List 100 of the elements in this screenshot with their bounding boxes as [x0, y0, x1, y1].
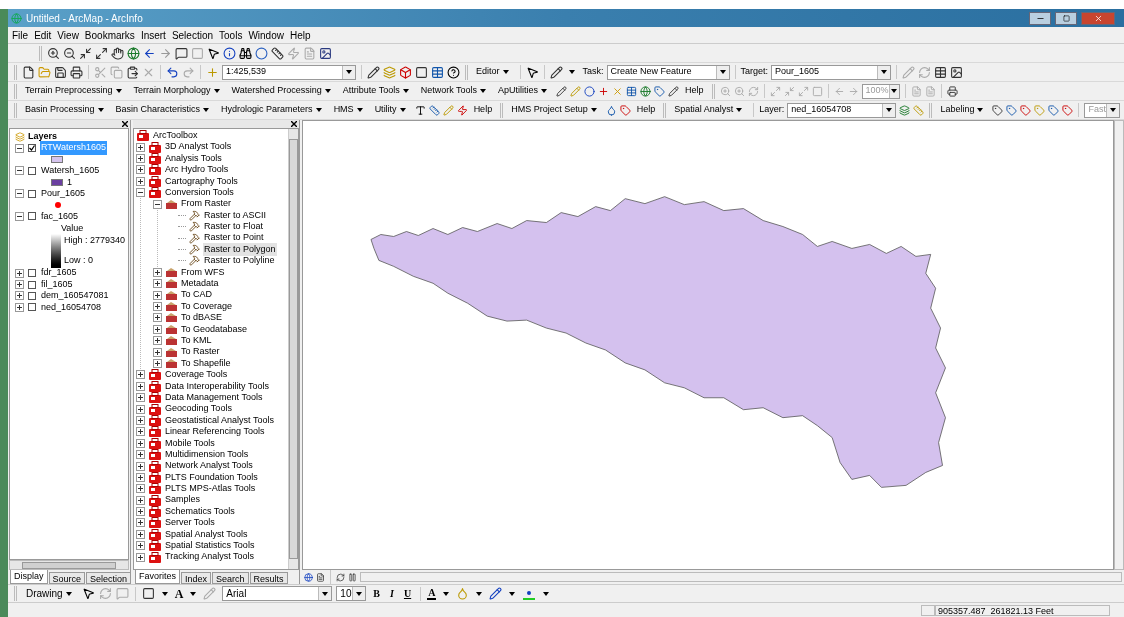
expand-icon[interactable]: [153, 267, 162, 277]
back-arrow-icon[interactable]: [143, 46, 156, 60]
label-icon[interactable]: [1062, 104, 1074, 116]
panel-tab[interactable]: Display: [10, 570, 48, 584]
label-icon[interactable]: [1006, 104, 1018, 116]
close-icon[interactable]: [122, 121, 128, 127]
text-tool[interactable]: A: [174, 584, 184, 603]
refresh-icon[interactable]: [336, 572, 345, 582]
toolbar-menu[interactable]: Hydrologic Parameters: [218, 102, 328, 118]
page-icon[interactable]: [316, 572, 325, 582]
layer-name[interactable]: Pour_1605: [40, 186, 87, 201]
toolset-item[interactable]: Metadata: [181, 277, 219, 291]
toolbar-menu[interactable]: Terrain Preprocessing: [22, 83, 128, 99]
panel-tab[interactable]: Favorites: [135, 570, 180, 584]
layer-name[interactable]: fac_1605: [40, 209, 80, 224]
expand-icon[interactable]: [136, 381, 145, 391]
toolbox-item[interactable]: Geocoding Tools: [165, 402, 232, 416]
italic-button[interactable]: I: [387, 586, 397, 601]
collapse-icon[interactable]: [15, 189, 24, 199]
expand-icon[interactable]: [136, 153, 145, 163]
tool-item[interactable]: Raster to Float: [203, 220, 265, 234]
toolbar-menu[interactable]: Watershed Processing: [228, 83, 337, 99]
toolbox-item[interactable]: Spatial Statistics Tools: [165, 539, 255, 553]
layer-checkbox[interactable]: [28, 269, 36, 278]
toolbar-menu[interactable]: Drawing: [23, 585, 78, 602]
toolset-item[interactable]: To dBASE: [181, 311, 223, 325]
pan-icon[interactable]: [111, 46, 124, 60]
rectangle-icon[interactable]: [141, 587, 155, 600]
menu-item[interactable]: View: [57, 27, 79, 43]
layer-dropdown[interactable]: ned_16054708: [787, 102, 897, 118]
expand-icon[interactable]: [136, 415, 145, 425]
info-icon[interactable]: [223, 46, 236, 60]
toolset-item[interactable]: To Geodatabase: [181, 322, 248, 337]
help-button[interactable]: Help: [682, 84, 707, 98]
expand-icon[interactable]: [136, 404, 145, 414]
menu-item[interactable]: Window: [248, 27, 284, 43]
toolbox-item[interactable]: Server Tools: [165, 516, 215, 530]
layers-icon[interactable]: [899, 104, 911, 116]
horizontal-scrollbar[interactable]: [360, 572, 1122, 582]
panel-tab[interactable]: Search: [212, 572, 249, 584]
expand-icon[interactable]: [136, 370, 145, 380]
collapse-icon[interactable]: [153, 199, 162, 209]
toolset-item[interactable]: To Coverage: [181, 299, 233, 314]
print-icon[interactable]: [70, 65, 83, 79]
bold-button[interactable]: B: [370, 586, 384, 601]
expand-icon[interactable]: [136, 427, 145, 437]
toolbox-item[interactable]: Geostatistical Analyst Tools: [165, 413, 274, 428]
expand-icon[interactable]: [136, 142, 145, 152]
grid-icon[interactable]: [626, 85, 638, 97]
expand-icon[interactable]: [153, 359, 162, 368]
scale-field[interactable]: 1:425,539: [222, 64, 356, 80]
label-icon[interactable]: [992, 104, 1004, 116]
drop-icon[interactable]: [605, 104, 617, 116]
expand-icon[interactable]: [136, 552, 145, 562]
minimize-button[interactable]: [1029, 11, 1051, 25]
text-icon[interactable]: [414, 104, 426, 116]
vertical-scrollbar[interactable]: [288, 129, 298, 569]
expand-icon[interactable]: [136, 450, 145, 460]
toolbar-menu[interactable]: Basin Characteristics: [112, 102, 216, 118]
toolbox-item[interactable]: Mobile Tools: [165, 436, 215, 450]
cross-icon[interactable]: [598, 85, 610, 97]
curve-icon[interactable]: [456, 104, 468, 116]
pointer-icon[interactable]: [207, 46, 220, 60]
vertical-scrollbar[interactable]: [1114, 120, 1124, 570]
menu-item[interactable]: Tools: [219, 27, 243, 43]
label-icon[interactable]: [1020, 104, 1032, 116]
font-size-dropdown[interactable]: 10: [336, 586, 367, 601]
help-button[interactable]: Help: [633, 103, 659, 117]
horizontal-scrollbar[interactable]: [9, 560, 129, 570]
underline-button[interactable]: U: [400, 586, 415, 601]
collapse-icon[interactable]: [15, 166, 24, 176]
expand-icon[interactable]: [95, 46, 108, 60]
expand-icon[interactable]: [136, 176, 145, 186]
layer-name[interactable]: fdr_1605: [40, 266, 78, 280]
collapse-icon[interactable]: [15, 143, 24, 153]
toolbox-item[interactable]: Analysis Tools: [165, 151, 222, 166]
new-file-icon[interactable]: [22, 65, 35, 79]
toolset-item[interactable]: To Raster: [181, 345, 220, 359]
expand-icon[interactable]: [136, 438, 145, 448]
expand-icon[interactable]: [15, 280, 24, 290]
layer-name[interactable]: Watersh_1605: [40, 164, 101, 178]
expand-icon[interactable]: [153, 279, 162, 289]
menu-item[interactable]: File: [12, 27, 29, 43]
toolset-item[interactable]: To Shapefile: [181, 356, 231, 371]
toolbar-menu[interactable]: Basin Processing: [22, 102, 110, 118]
shrink-icon[interactable]: [79, 46, 92, 60]
tool-item[interactable]: Raster to Polyline: [203, 254, 276, 268]
expand-icon[interactable]: [15, 302, 24, 312]
expand-icon[interactable]: [136, 484, 145, 494]
layer-name[interactable]: ned_16054708: [40, 300, 103, 315]
layer-checkbox[interactable]: [28, 166, 36, 175]
expand-icon[interactable]: [136, 393, 145, 403]
tool-item[interactable]: Raster to Point: [203, 231, 265, 245]
layer-checkbox[interactable]: [28, 144, 36, 153]
screen-icon[interactable]: [319, 46, 332, 60]
layer-name[interactable]: fil_1605: [40, 277, 74, 292]
target-dropdown[interactable]: Pour_1605: [771, 64, 892, 80]
expand-icon[interactable]: [15, 291, 24, 301]
save-icon[interactable]: [54, 65, 67, 79]
toolbox-item[interactable]: Network Analyst Tools: [165, 459, 253, 473]
